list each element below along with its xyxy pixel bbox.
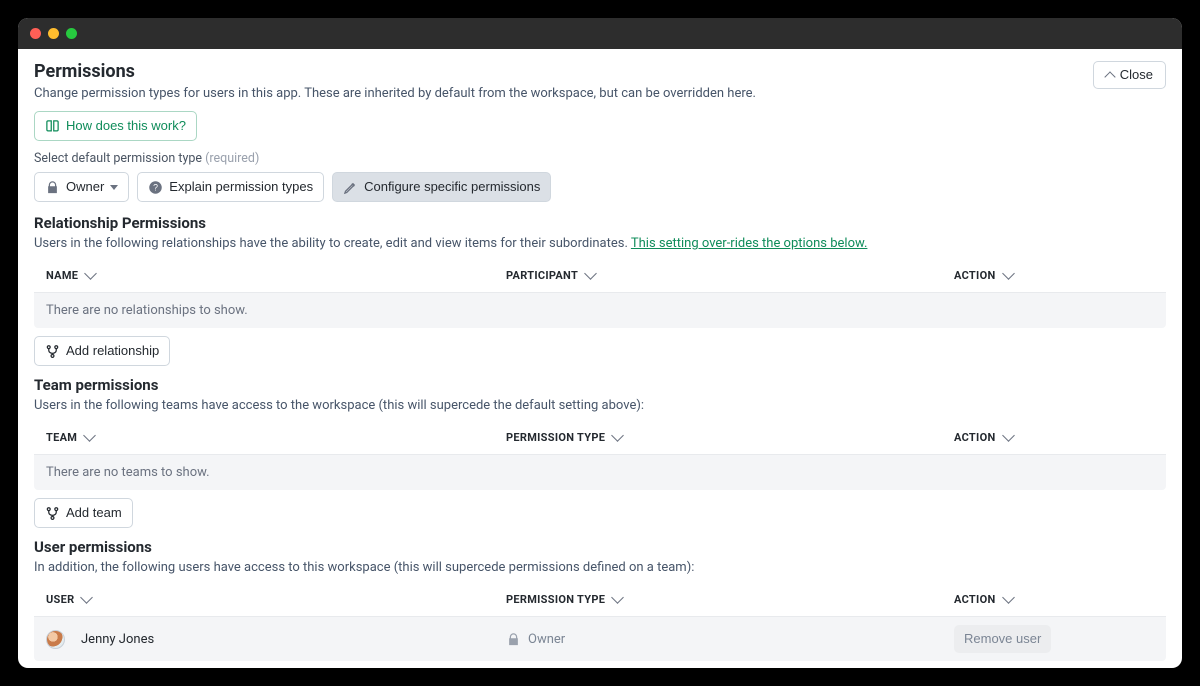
owner-label: Owner [66, 178, 104, 196]
team-table-header: TEAM PERMISSION TYPE ACTION [34, 421, 1166, 455]
required-tag: (required) [205, 151, 259, 166]
col-participant[interactable]: PARTICIPANT [506, 269, 954, 282]
add-team-button[interactable]: Add team [34, 498, 133, 528]
page-content: Permissions Change permission types for … [18, 49, 1182, 668]
chevron-down-icon [83, 429, 96, 442]
remove-user-button[interactable]: Remove user [954, 625, 1051, 653]
branch-icon [45, 506, 60, 521]
chevron-down-icon [1002, 591, 1015, 604]
team-empty-row: There are no teams to show. [34, 455, 1166, 490]
col-user[interactable]: USER [46, 593, 506, 606]
close-button[interactable]: Close [1093, 61, 1166, 89]
add-relationship-button[interactable]: Add relationship [34, 336, 170, 366]
explain-label: Explain permission types [169, 178, 313, 196]
question-circle-icon: ? [148, 180, 163, 195]
configure-label: Configure specific permissions [364, 178, 540, 196]
chevron-down-icon [84, 267, 97, 280]
lock-icon [45, 180, 60, 195]
col-action[interactable]: ACTION [954, 269, 1154, 282]
user-row: Jenny Jones Owner Remove user [34, 617, 1166, 661]
team-permissions-desc: Users in the following teams have access… [34, 398, 1166, 413]
chevron-down-icon [81, 591, 94, 604]
col-permission-type[interactable]: PERMISSION TYPE [506, 431, 954, 444]
how-does-this-work-label: How does this work? [66, 117, 186, 135]
book-icon [45, 119, 60, 134]
chevron-down-icon [584, 267, 597, 280]
window-maximize-icon[interactable] [66, 28, 77, 39]
window-minimize-icon[interactable] [48, 28, 59, 39]
close-label: Close [1120, 66, 1153, 84]
user-table-header: USER PERMISSION TYPE ACTION [34, 583, 1166, 617]
user-permissions-desc: In addition, the following users have ac… [34, 560, 1166, 575]
chevron-down-icon [1002, 267, 1015, 280]
add-team-label: Add team [66, 504, 122, 522]
app-window: Permissions Change permission types for … [18, 18, 1182, 668]
col-action[interactable]: ACTION [954, 431, 1154, 444]
lock-icon [506, 632, 521, 647]
col-action[interactable]: ACTION [954, 593, 1154, 606]
chevron-down-icon [1002, 429, 1015, 442]
branch-icon [45, 344, 60, 359]
chevron-down-icon [611, 429, 624, 442]
caret-down-icon [110, 185, 118, 190]
user-permissions-title: User permissions [34, 538, 1166, 556]
window-close-icon[interactable] [30, 28, 41, 39]
page-title: Permissions [34, 61, 756, 82]
page-subtitle: Change permission types for users in thi… [34, 86, 756, 101]
pencil-icon [343, 180, 358, 195]
team-permissions-title: Team permissions [34, 376, 1166, 394]
how-does-this-work-button[interactable]: How does this work? [34, 111, 197, 141]
relationship-permissions-title: Relationship Permissions [34, 214, 1166, 232]
col-team[interactable]: TEAM [46, 431, 506, 444]
chevron-up-icon [1104, 71, 1115, 82]
svg-text:?: ? [153, 182, 158, 192]
owner-dropdown[interactable]: Owner [34, 172, 129, 202]
relationship-table-header: NAME PARTICIPANT ACTION [34, 259, 1166, 293]
add-relationship-label: Add relationship [66, 342, 159, 360]
user-name: Jenny Jones [81, 632, 154, 647]
explain-permission-types-button[interactable]: ? Explain permission types [137, 172, 324, 202]
relationship-permissions-desc: Users in the following relationships hav… [34, 236, 1166, 251]
user-permission: Owner [528, 632, 565, 647]
chevron-down-icon [611, 591, 624, 604]
relationship-override-link[interactable]: This setting over-rides the options belo… [631, 236, 868, 251]
window-titlebar [18, 18, 1182, 49]
relationship-empty-row: There are no relationships to show. [34, 293, 1166, 328]
col-name[interactable]: NAME [46, 269, 506, 282]
configure-specific-permissions-button[interactable]: Configure specific permissions [332, 172, 551, 202]
col-permission-type[interactable]: PERMISSION TYPE [506, 593, 954, 606]
avatar [46, 630, 65, 649]
default-permission-label: Select default permission type (required… [34, 151, 1166, 166]
